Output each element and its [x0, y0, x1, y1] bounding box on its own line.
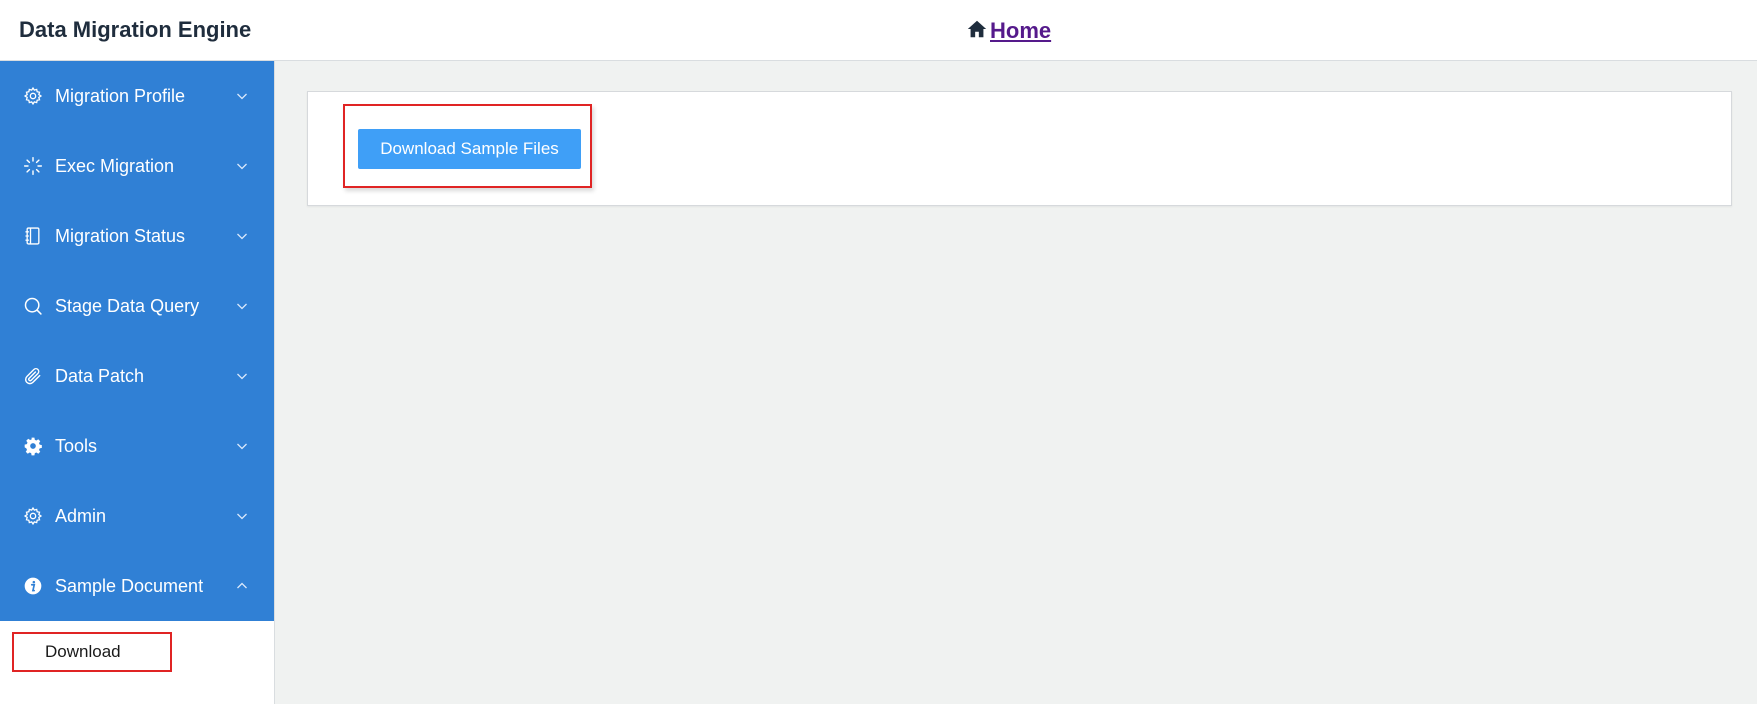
sidebar-item-data-patch[interactable]: Data Patch: [0, 341, 274, 411]
info-icon: [23, 576, 43, 596]
gear-outline-icon: [23, 86, 43, 106]
chevron-down-icon: [237, 513, 247, 520]
chevron-down-icon: [237, 93, 247, 100]
sidebar-item-label: Tools: [55, 435, 98, 456]
chevron-down-icon: [237, 163, 247, 170]
sidebar-item-stage-data-query[interactable]: Stage Data Query: [0, 271, 274, 341]
sidebar-item-label: Exec Migration: [55, 155, 175, 176]
spinner-icon: [23, 156, 43, 176]
sidebar-item-label: Admin: [55, 505, 107, 526]
sidebar-item-label: Stage Data Query: [55, 295, 200, 316]
chevron-down-icon: [237, 233, 247, 240]
sidebar-item-tools[interactable]: Tools: [0, 411, 274, 481]
app-header: Data Migration Engine Home: [0, 0, 1757, 61]
home-link[interactable]: Home: [966, 16, 1051, 46]
submenu-item-download[interactable]: Download: [12, 632, 172, 672]
sidebar-menu: Migration Profile Exec Migration Migrati…: [0, 61, 274, 621]
sidebar-item-admin[interactable]: Admin: [0, 481, 274, 551]
content-card: Download Sample Files: [307, 91, 1732, 206]
chevron-up-icon: [237, 582, 247, 589]
sidebar-item-label: Data Patch: [55, 365, 145, 386]
search-icon: [23, 296, 43, 316]
download-sample-files-button[interactable]: Download Sample Files: [358, 129, 581, 169]
chevron-down-icon: [237, 373, 247, 380]
gear-outline-icon: [23, 506, 43, 526]
sidebar-item-sample-document[interactable]: Sample Document: [0, 551, 274, 621]
home-link-label: Home: [990, 18, 1052, 43]
sidebar-item-migration-profile[interactable]: Migration Profile: [0, 61, 274, 131]
sidebar-item-label: Migration Status: [55, 225, 186, 246]
chevron-down-icon: [237, 443, 247, 450]
sidebar: Migration Profile Exec Migration Migrati…: [0, 61, 275, 704]
sidebar-item-label: Sample Document: [55, 575, 204, 596]
sidebar-item-exec-migration[interactable]: Exec Migration: [0, 131, 274, 201]
home-icon: [966, 16, 988, 46]
app-title: Data Migration Engine: [19, 17, 252, 42]
sidebar-item-label: Migration Profile: [55, 85, 186, 106]
sidebar-item-migration-status[interactable]: Migration Status: [0, 201, 274, 271]
paperclip-icon: [23, 366, 43, 386]
notebook-icon: [23, 226, 43, 246]
chevron-down-icon: [237, 303, 247, 310]
gear-solid-icon: [23, 436, 43, 456]
